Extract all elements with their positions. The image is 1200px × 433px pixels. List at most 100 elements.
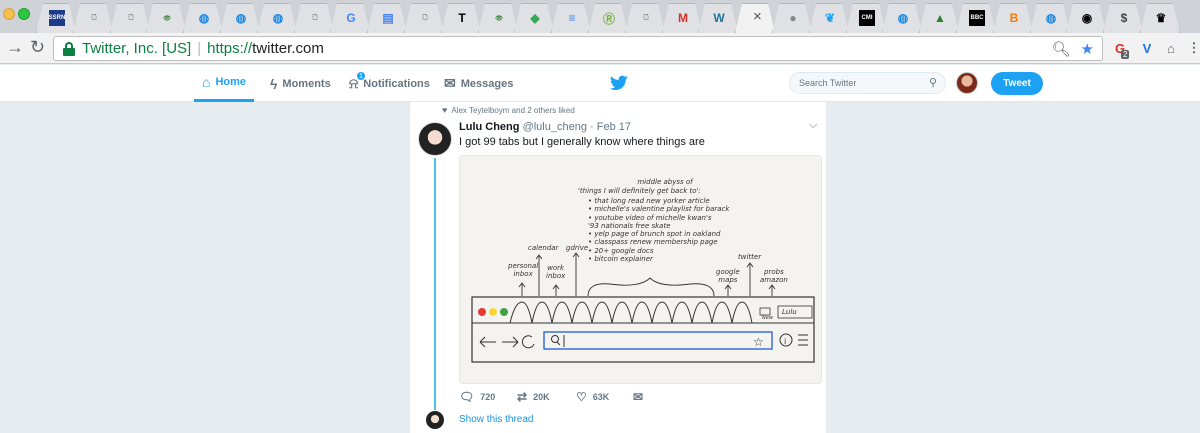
bookmark-star-icon[interactable]: ★: [1081, 40, 1094, 58]
twitter-bird-icon[interactable]: [610, 75, 628, 91]
browser-tab[interactable]: ♛: [1140, 3, 1180, 33]
browser-tab[interactable]: 👁: [146, 3, 186, 33]
browser-tab[interactable]: 🗋: [294, 3, 334, 33]
browser-tab[interactable]: M: [662, 3, 702, 33]
chevron-down-icon[interactable]: ⌵: [809, 119, 817, 132]
browser-tab[interactable]: 🗋: [625, 3, 665, 33]
sketch-label-personal-inbox: personal inbox: [508, 262, 539, 279]
home-icon: ⌂: [202, 74, 211, 90]
back-arrow-icon[interactable]: →: [6, 37, 24, 58]
browser-tab[interactable]: SSRN: [36, 3, 76, 33]
search-input[interactable]: Search Twitter ⚲: [789, 72, 946, 94]
reply-count: 720: [480, 392, 496, 402]
circle-r-icon: Ⓡ: [602, 11, 615, 26]
author-name[interactable]: Lulu Cheng: [459, 121, 520, 133]
browser-tab[interactable]: BBC: [956, 3, 996, 33]
browser-tab[interactable]: 🗋: [110, 3, 150, 33]
tweet-text: I got 99 tabs but I generally know where…: [459, 136, 705, 148]
chrome-menu-icon[interactable]: ⋮: [1184, 38, 1200, 58]
tweet-media-image[interactable]: ☆ i middle abyss of 'things I will defin…: [459, 155, 822, 384]
page-icon: 🗋: [422, 15, 428, 21]
close-icon[interactable]: ×: [753, 8, 762, 25]
author-avatar[interactable]: [418, 122, 452, 156]
nav-moments[interactable]: ϟ Moments: [270, 65, 331, 102]
nav-home[interactable]: ⌂ Home: [194, 65, 255, 102]
zoom-icon[interactable]: 🔍︎: [1052, 40, 1071, 58]
show-thread-link[interactable]: Show this thread: [459, 414, 534, 425]
sketch-item: • yelp page of brunch spot in oakland: [588, 230, 721, 238]
nav-messages-label: Messages: [460, 77, 514, 90]
page-icon: 🗋: [128, 15, 134, 21]
retweet-action[interactable]: ⇄ 20K: [517, 390, 550, 404]
sketch-heading-line2: 'things I will definitely get back to':: [578, 187, 701, 195]
tweet-button[interactable]: Tweet: [991, 72, 1043, 95]
url-host: twitter.com: [252, 40, 324, 57]
address-bar[interactable]: Twitter, Inc. [US] | https://twitter.com…: [53, 36, 1103, 61]
twitter-bird-icon: ❦: [824, 11, 836, 25]
browser-tab[interactable]: ×: [735, 3, 775, 33]
svg-text:i: i: [784, 337, 786, 346]
docs-icon: ≡: [568, 11, 576, 25]
sketch-label-probs-amazon: probs amazon: [760, 268, 788, 285]
nav-messages[interactable]: ✉ Messages: [444, 65, 513, 102]
globe-icon: ◍: [198, 11, 210, 25]
browser-tab[interactable]: ◉: [1066, 3, 1106, 33]
browser-tab[interactable]: ◍: [183, 3, 223, 33]
sketch-item: • youtube video of michelle kwan's: [588, 213, 712, 222]
social-context-text: Alex Teytelboym and 2 others liked: [451, 106, 575, 115]
retweet-count: 20K: [533, 392, 550, 402]
tweet-date[interactable]: Feb 17: [597, 121, 631, 133]
ssrn-icon: SSRN: [49, 10, 65, 26]
browser-tab[interactable]: ▤: [367, 3, 407, 33]
browser-tab[interactable]: Ⓡ: [588, 3, 628, 33]
reply-action[interactable]: 🗨︎ 720: [459, 390, 495, 404]
eye-icon: 👁: [163, 15, 171, 22]
thread-avatar[interactable]: [426, 411, 444, 429]
browser-tab-strip: SSRN 🗋 🗋 👁 ◍ ◍ ◍ 🗋 G ▤ 🗋 T 👁 ◆ ≡ Ⓡ 🗋 M W × ● ❦ CMI ◍ ▲ BBC B ◍ ◉ $ ♛: [0, 0, 1200, 33]
tweet-header: Lulu Cheng @lulu_cheng · Feb 17: [459, 121, 631, 133]
browser-tab[interactable]: T: [441, 3, 481, 33]
browser-tab[interactable]: 👁: [478, 3, 518, 33]
blogger-icon: B: [1009, 11, 1019, 25]
author-handle[interactable]: @lulu_cheng: [523, 121, 587, 133]
retweet-icon: ⇄: [517, 390, 528, 404]
extension-temple-icon[interactable]: ⌂: [1161, 38, 1181, 58]
doc-icon: ▤: [382, 11, 394, 25]
extension-badge: 2: [1121, 50, 1130, 59]
browser-tab[interactable]: 🗋: [73, 3, 113, 33]
globe-icon: ◍: [235, 11, 247, 25]
profile-avatar[interactable]: [956, 72, 978, 94]
extension-v-icon[interactable]: V: [1137, 38, 1157, 58]
browser-tab[interactable]: ●: [772, 3, 812, 33]
minimize-window-button[interactable]: [3, 8, 15, 20]
browser-tab[interactable]: ❦: [809, 3, 849, 33]
lightning-icon: ϟ: [270, 75, 278, 92]
browser-tab[interactable]: ◆: [514, 3, 554, 33]
browser-tab[interactable]: ◍: [257, 3, 297, 33]
browser-tab[interactable]: ▲: [919, 3, 959, 33]
browser-tab[interactable]: 🗋: [404, 3, 444, 33]
social-context: ♥ Alex Teytelboym and 2 others liked: [442, 105, 575, 115]
browser-tab[interactable]: $: [1103, 3, 1143, 33]
browser-tab[interactable]: ◍: [220, 3, 260, 33]
browser-tab[interactable]: ◍: [882, 3, 922, 33]
browser-tab[interactable]: W: [698, 3, 738, 33]
browser-tab[interactable]: B: [993, 3, 1033, 33]
reload-icon[interactable]: ↻: [30, 37, 45, 58]
browser-tab[interactable]: ◍: [1030, 3, 1070, 33]
like-action[interactable]: ♡ 63K: [576, 390, 609, 404]
nav-home-label: Home: [215, 76, 247, 88]
globe-icon: ◍: [272, 11, 284, 25]
sketch-label-profile: Lulu: [782, 308, 797, 316]
maximize-window-button[interactable]: [18, 8, 30, 20]
direct-message-action[interactable]: ✉: [633, 390, 649, 404]
tweet-card[interactable]: ♥ Alex Teytelboym and 2 others liked Lulu…: [409, 102, 827, 433]
ev-certificate-label[interactable]: Twitter, Inc. [US]: [82, 40, 191, 57]
search-icon[interactable]: ⚲: [929, 76, 937, 89]
browser-tab[interactable]: ≡: [551, 3, 591, 33]
browser-tab[interactable]: CMI: [846, 3, 886, 33]
eye-icon: 👁: [495, 15, 503, 22]
envelope-icon: ✉: [444, 75, 456, 91]
browser-tab[interactable]: G: [330, 3, 370, 33]
svg-text:☆: ☆: [753, 335, 764, 349]
